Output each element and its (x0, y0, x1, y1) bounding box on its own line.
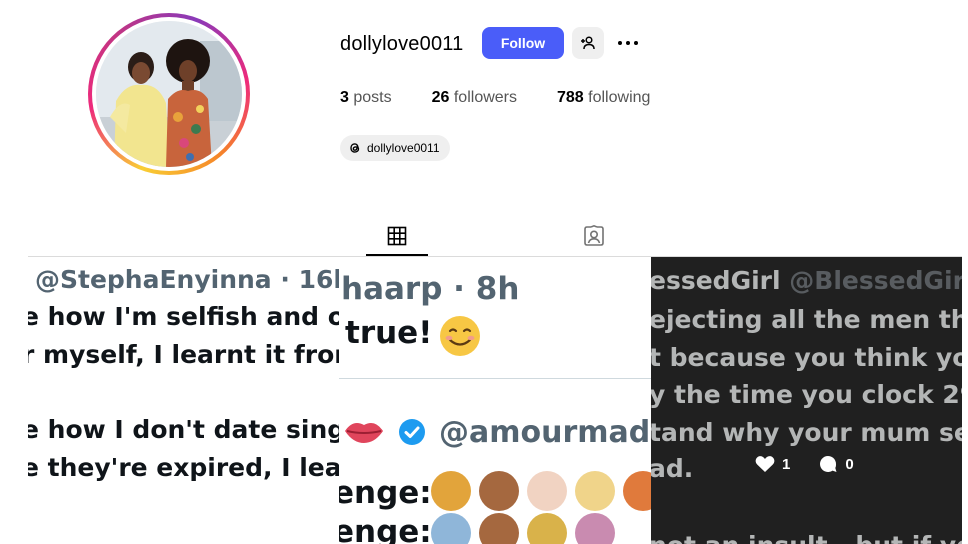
tab-posts[interactable] (366, 218, 428, 256)
post-text-line: true! (345, 315, 433, 351)
woman-emoji-icon (575, 471, 615, 511)
woman-emoji-icon (479, 471, 519, 511)
profile-username: dollylove0011 (340, 33, 464, 55)
comments-number: 0 (845, 455, 854, 473)
avatar-frame (92, 17, 246, 171)
add-person-icon (581, 36, 595, 50)
more-dots-icon (634, 41, 638, 45)
more-dots-icon (618, 41, 622, 45)
grid-post[interactable]: essedGirl @BlessedGir ejecting all the m… (651, 257, 962, 544)
post-text-line: haarp · 8h (341, 271, 520, 307)
woman-emoji-icon (623, 471, 651, 511)
avatar-illustration (96, 21, 242, 167)
avatar-photo (96, 21, 242, 167)
post-text-line: @amourmad (439, 415, 651, 450)
posts-label: posts (353, 89, 392, 106)
grid-post[interactable]: @StephaEnyinna · 16h e how I'm selfish a… (28, 257, 339, 544)
tagged-icon (584, 224, 604, 246)
emoji-row (431, 513, 623, 544)
following-label: following (588, 89, 651, 106)
post-text-line: e they're expired, I lear (28, 453, 339, 482)
post-engagement: 1 0 (755, 454, 882, 474)
post-text-line: @StephaEnyinna · 16h (35, 265, 339, 294)
followers-label: followers (453, 89, 517, 106)
threads-handle: dollylove0011 (367, 141, 440, 155)
more-options-button[interactable] (614, 30, 642, 56)
comments-count: 0 (818, 454, 854, 474)
woman-emoji-icon (479, 513, 519, 544)
tweet-divider (339, 378, 651, 379)
beer-emoji-icon (431, 471, 471, 511)
threads-icon (350, 143, 360, 153)
followers-link[interactable]: 26 followers (432, 89, 517, 107)
grid-post[interactable]: haarp · 8h true! @amourmad enge: enge: (339, 257, 651, 544)
following-number: 788 (557, 89, 584, 106)
more-dots-icon (626, 41, 630, 45)
emoji-row (431, 471, 651, 511)
suggested-accounts-button[interactable] (572, 27, 604, 59)
following-link[interactable]: 788 following (557, 89, 650, 107)
airplane-emoji-icon (431, 513, 471, 544)
heart-icon (755, 456, 775, 472)
post-text-line: enge: (339, 514, 432, 544)
post-text-line: enge: (339, 475, 432, 511)
follow-button[interactable]: Follow (482, 27, 564, 59)
verified-badge-icon (399, 419, 425, 445)
woman-emoji-icon (575, 513, 615, 544)
comment-icon (820, 455, 837, 472)
smiling-face-emoji-icon (440, 316, 480, 356)
likes-count: 1 (755, 455, 790, 473)
tab-tagged[interactable] (578, 218, 610, 254)
grid-icon (387, 226, 407, 246)
followers-number: 26 (431, 89, 450, 106)
money-bag-emoji-icon (527, 513, 567, 544)
post-text-line: e how I don't date singl (28, 415, 339, 444)
likes-number: 1 (782, 455, 791, 473)
posts-number: 3 (340, 89, 349, 106)
posts-count: 3 posts (340, 89, 392, 107)
post-text-line: r myself, I learnt it from (28, 340, 339, 369)
lips-emoji-icon (345, 423, 383, 443)
hover-overlay (651, 257, 962, 544)
woman-emoji-icon (527, 471, 567, 511)
post-text-line: e how I'm selfish and on (28, 302, 339, 331)
profile-stats: 3 posts 26 followers 788 following (340, 89, 690, 107)
threads-badge[interactable]: dollylove0011 (340, 135, 450, 161)
profile-avatar[interactable] (88, 13, 250, 175)
